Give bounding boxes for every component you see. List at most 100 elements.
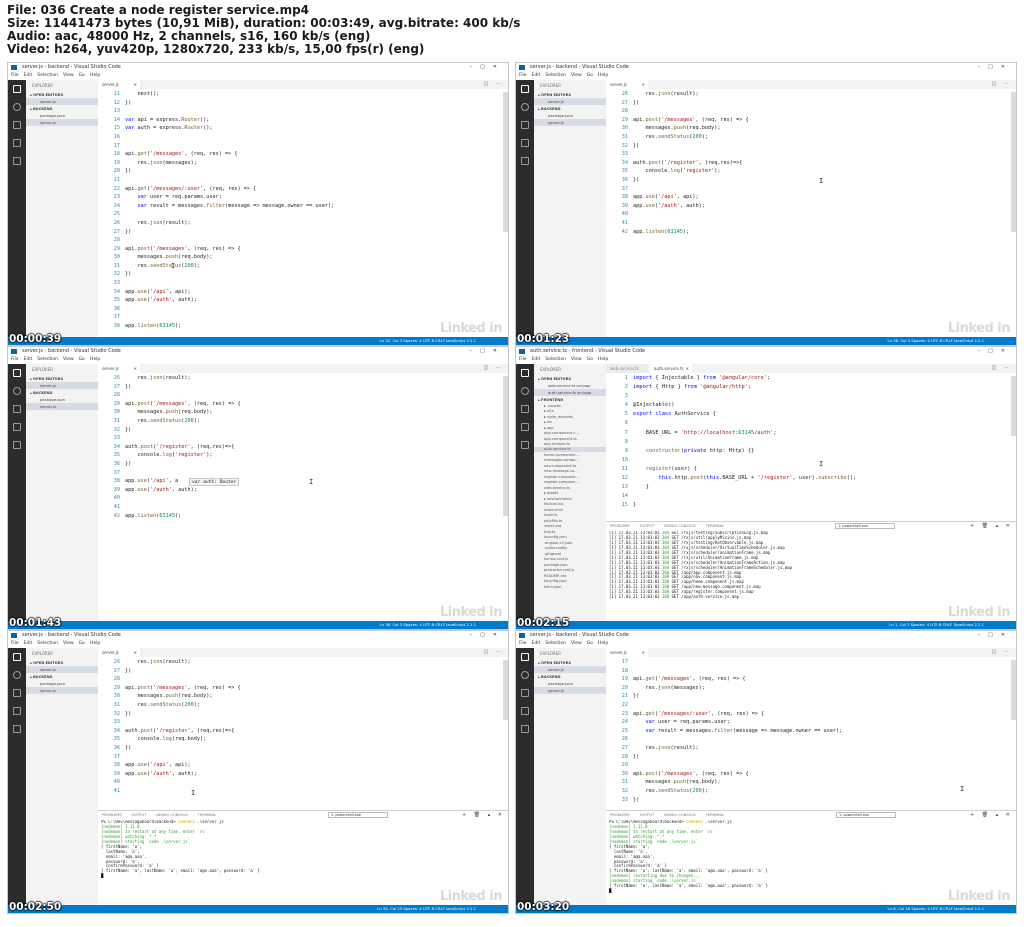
editor-tab[interactable]: server.js ✕ (98, 80, 140, 89)
code-line[interactable]: 21}) (606, 692, 1016, 701)
editor-tab[interactable]: auth.service.ts ✕ (650, 364, 692, 373)
code-line[interactable]: 1 import { Injectable } from '@angular/co… (606, 374, 1016, 383)
workspace-folder[interactable]: ▴ BACKEND (26, 105, 98, 112)
files-icon[interactable] (13, 85, 21, 93)
debug-icon[interactable] (521, 423, 529, 431)
open-editors-section[interactable]: ▴ OPEN EDITORS (26, 659, 98, 666)
menu-item[interactable]: Selection (37, 73, 58, 78)
open-editors-section[interactable]: ▴ OPEN EDITORS (26, 375, 98, 382)
source-control-icon[interactable] (13, 121, 21, 129)
code-line[interactable]: 28}) (606, 753, 1016, 762)
files-icon[interactable] (13, 369, 21, 377)
code-line[interactable]: 33 (98, 434, 508, 443)
menu-item[interactable]: View (63, 641, 74, 646)
terminal-select[interactable]: 1: powershell.exe (328, 812, 388, 818)
files-icon[interactable] (13, 653, 21, 661)
panel-tab[interactable]: TERMINAL (198, 813, 216, 817)
code-line[interactable]: 32}) (98, 710, 508, 719)
code-line[interactable]: 32}) (98, 270, 508, 279)
open-editor-item[interactable]: server.js (26, 382, 98, 389)
code-line[interactable]: 10 (606, 456, 1016, 465)
code-line[interactable]: 34 app.use('/api', api); (98, 288, 508, 297)
window-controls[interactable]: –□✕ (978, 63, 1013, 72)
editor-actions[interactable]: ◫ ⋯ (484, 364, 504, 373)
menu-item[interactable]: View (571, 357, 582, 362)
terminal-select[interactable]: 1: powershell.exe (836, 812, 896, 818)
close-icon[interactable]: ✕ (134, 648, 137, 657)
menu-item[interactable]: View (63, 73, 74, 78)
menu-item[interactable]: Go (587, 73, 593, 78)
close-icon[interactable]: ✕ (642, 648, 645, 657)
file-tree-item[interactable]: server.js (534, 119, 606, 126)
menu-item[interactable]: Selection (37, 641, 58, 646)
panel-actions[interactable]: + 🗑 ▴ ✕ (970, 522, 1013, 530)
code-line[interactable]: 31 res.sendStatus(200); (606, 133, 1016, 142)
code-line[interactable]: 33 (606, 150, 1016, 159)
code-line[interactable]: 24 var user = req.params.user; (606, 718, 1016, 727)
code-line[interactable]: 6 (606, 419, 1016, 428)
code-line[interactable]: 25 var result = messages.filter(message … (606, 727, 1016, 736)
code-line[interactable]: 31 res.sendStatus(200); (98, 417, 508, 426)
code-line[interactable]: 7 BASE_URL = 'http://localhost:63145/aut… (606, 429, 1016, 438)
workspace-folder[interactable]: ▴ BACKEND (534, 673, 606, 680)
code-line[interactable]: 29 api.post('/messages', (req, res) => { (98, 245, 508, 254)
code-line[interactable]: 8 (606, 438, 1016, 447)
window-controls[interactable]: –□✕ (978, 347, 1013, 356)
open-editor-item[interactable]: auth.service.ts src\app (534, 389, 606, 396)
search-icon[interactable] (13, 671, 21, 679)
code-line[interactable]: 30 messages.push(req.body); (98, 692, 508, 701)
file-tree-item[interactable]: package.json (26, 680, 98, 687)
code-line[interactable]: 35 console.log('register'); (606, 167, 1016, 176)
menu-item[interactable]: Selection (545, 357, 566, 362)
code-line[interactable]: 20 res.json(messages); (606, 684, 1016, 693)
code-line[interactable]: 16 (98, 133, 508, 142)
panel-tab[interactable]: OUTPUT (640, 813, 655, 817)
code-line[interactable]: 20}) (98, 167, 508, 176)
extensions-icon[interactable] (521, 725, 529, 733)
file-tree-item[interactable]: package.json (534, 680, 606, 687)
code-line[interactable]: 4 @Injectable() (606, 401, 1016, 410)
terminal-select[interactable]: 1: powershell.exe (835, 523, 895, 529)
workspace-folder[interactable]: ▴ BACKEND (26, 389, 98, 396)
code-line[interactable]: 28 (98, 675, 508, 684)
close-icon[interactable]: ✕ (134, 80, 137, 89)
file-tree-item[interactable]: package.json (534, 112, 606, 119)
code-line[interactable]: 38 app.use('/api', api); (98, 761, 508, 770)
editor-actions[interactable]: ◫ ⋯ (992, 648, 1012, 657)
code-line[interactable]: 28 (98, 236, 508, 245)
code-line[interactable]: 12}) (98, 99, 508, 108)
code-line[interactable]: 14 (606, 492, 1016, 501)
window-controls[interactable]: –□✕ (978, 631, 1013, 640)
code-line[interactable]: 9 constructor(private http: Http) {} (606, 447, 1016, 456)
panel-actions[interactable]: + 🗑 ▴ ✕ (970, 811, 1013, 819)
code-line[interactable]: 31 res.sendStatus(200); (98, 701, 508, 710)
code-line[interactable]: 36 (98, 305, 508, 314)
file-tree-item[interactable]: tslint.json (534, 584, 606, 589)
vertical-scrollbar[interactable] (503, 92, 508, 232)
menu-item[interactable]: Edit (532, 641, 541, 646)
code-line[interactable]: 26 res.json(result); (98, 219, 508, 228)
files-icon[interactable] (521, 85, 529, 93)
vertical-scrollbar[interactable] (503, 376, 508, 516)
panel-actions[interactable]: + 🗑 ▴ ✕ (462, 811, 505, 819)
open-editors-section[interactable]: ▴ OPEN EDITORS (534, 91, 606, 98)
menu-item[interactable]: Help (90, 73, 100, 78)
code-line[interactable]: 26 res.json(result); (606, 90, 1016, 99)
file-tree-item[interactable]: package.json (26, 112, 98, 119)
menu-item[interactable]: Selection (545, 641, 566, 646)
code-line[interactable]: 30 messages.push(req.body); (606, 124, 1016, 133)
code-line[interactable]: 26 res.json(result); (98, 374, 508, 383)
open-editor-item[interactable]: web.service.ts src\app (534, 382, 606, 389)
code-line[interactable]: 34 auth.post('/register', (req,res)=>{ (98, 443, 508, 452)
code-line[interactable]: 36}) (98, 744, 508, 753)
code-line[interactable]: 36}) (606, 176, 1016, 185)
code-line[interactable]: 17 (606, 658, 1016, 667)
window-controls[interactable]: –□✕ (470, 63, 505, 72)
code-line[interactable]: 39 app.use('/auth', auth); (606, 202, 1016, 211)
code-line[interactable]: 33 (98, 279, 508, 288)
workspace-folder[interactable]: ▴ BACKEND (534, 105, 606, 112)
menu-item[interactable]: File (519, 73, 527, 78)
code-line[interactable]: 26 (606, 735, 1016, 744)
source-control-icon[interactable] (13, 405, 21, 413)
vertical-scrollbar[interactable] (1011, 660, 1016, 720)
